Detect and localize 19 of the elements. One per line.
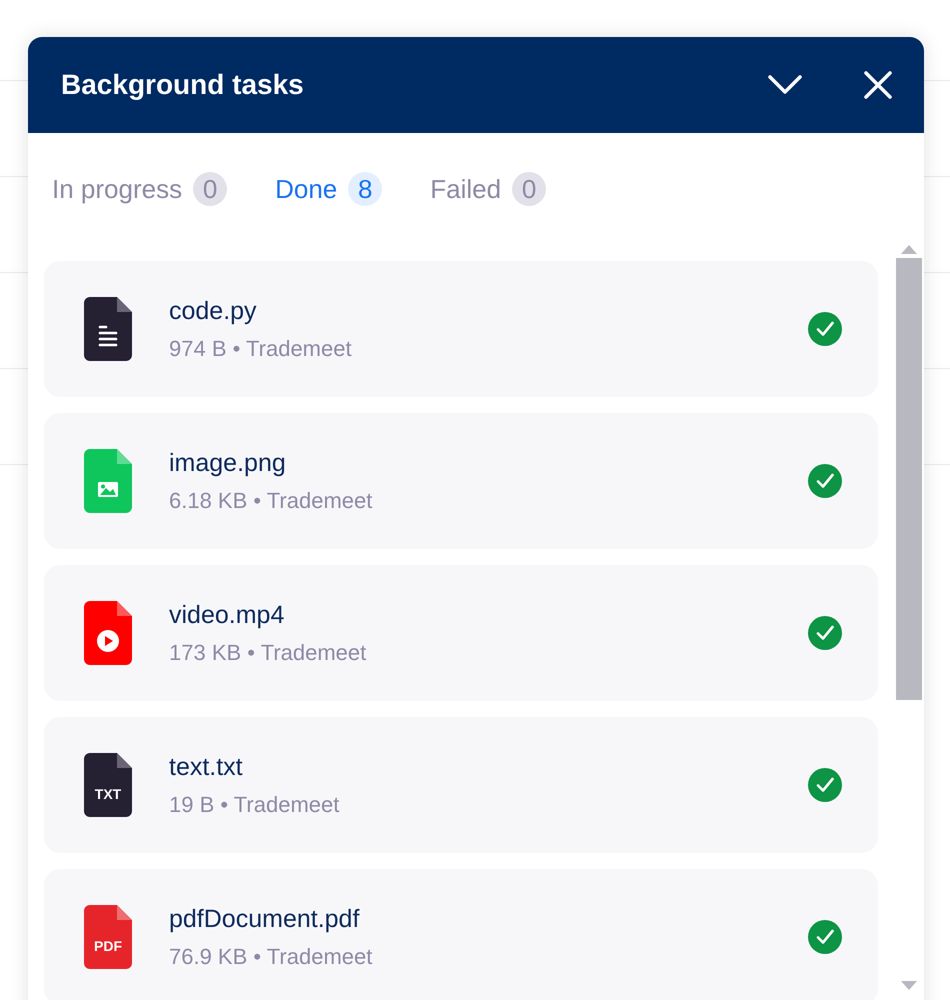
file-meta: 6.18 KB • Trademeet <box>169 488 374 514</box>
txt-file-icon: TXT <box>84 753 132 817</box>
file-meta: 974 B • Trademeet <box>169 336 353 362</box>
pdf-file-icon: PDF <box>84 905 132 969</box>
count-badge: 0 <box>512 172 546 206</box>
file-meta: 76.9 KB • Trademeet <box>169 944 374 970</box>
file-name: pdfDocument.pdf <box>169 904 360 934</box>
file-meta: 173 KB • Trademeet <box>169 640 368 666</box>
file-name: video.mp4 <box>169 600 286 630</box>
file-name: image.png <box>169 448 287 478</box>
panel-title: Background tasks <box>61 69 305 101</box>
file-name: code.py <box>169 296 258 326</box>
tab[interactable]: Failed 0 <box>430 171 546 207</box>
tab[interactable]: Done 8 <box>275 171 382 207</box>
file-name: text.txt <box>169 752 244 782</box>
count-badge: 0 <box>193 172 228 206</box>
tab[interactable]: In progress 0 <box>52 171 228 207</box>
file-meta: 19 B • Trademeet <box>169 792 340 818</box>
count-badge: 8 <box>348 172 382 206</box>
